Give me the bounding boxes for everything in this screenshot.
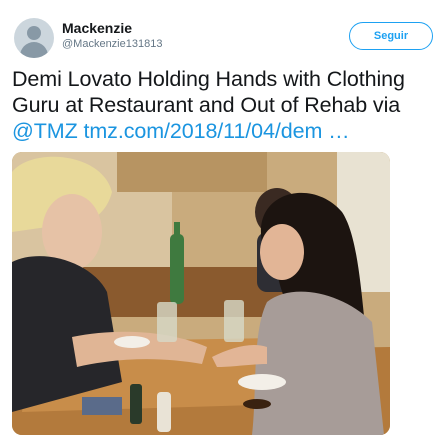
tweet-text-line-2: Guru at Restaurant and Out of Rehab via xyxy=(12,93,401,117)
tweet-text: Demi Lovato Holding Hands with Clothing … xyxy=(12,66,432,144)
tweet-card: Mackenzie @Mackenzie131813 Seguir Demi L… xyxy=(0,0,439,439)
tweet-text-line-1: Demi Lovato Holding Hands with Clothing xyxy=(12,67,405,91)
tweet-text-line-3: @TMZ tmz.com/2018/11/04/dem … xyxy=(12,118,432,144)
avatar-body-shape xyxy=(20,42,48,58)
tweet-photo[interactable] xyxy=(12,152,390,435)
user-handle[interactable]: @Mackenzie131813 xyxy=(62,38,162,50)
restaurant-photo-illustration xyxy=(12,152,390,435)
follow-button[interactable]: Seguir xyxy=(349,22,433,50)
display-name[interactable]: Mackenzie xyxy=(62,20,132,36)
mention-link[interactable]: @TMZ xyxy=(12,119,78,143)
url-link[interactable]: tmz.com/2018/11/04/dem … xyxy=(83,119,349,143)
avatar[interactable] xyxy=(14,18,54,58)
avatar-head-shape xyxy=(27,26,41,40)
